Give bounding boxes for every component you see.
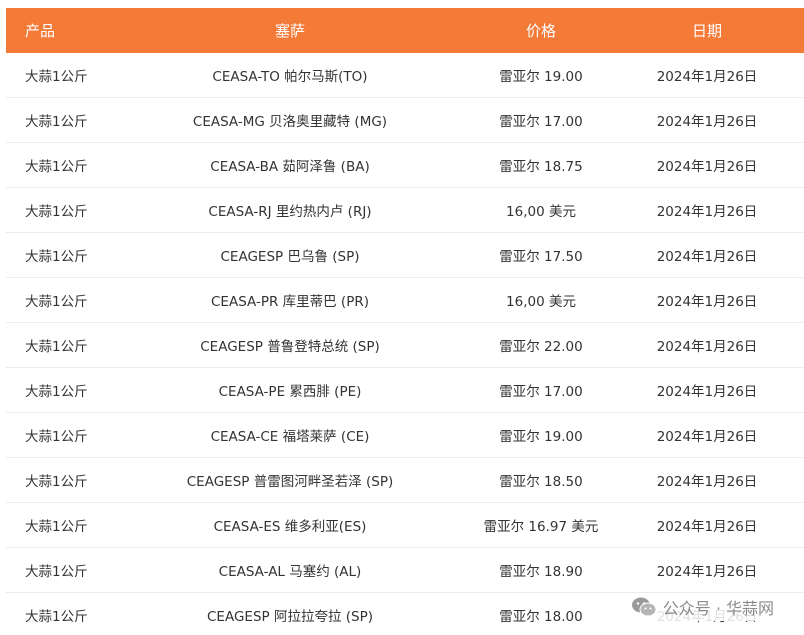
- cell-price: 雷亚尔 17.00: [472, 97, 610, 143]
- cell-price: 雷亚尔 19.00: [472, 53, 610, 98]
- header-row: 产品 塞萨 价格 日期: [6, 8, 804, 53]
- cell-price: 雷亚尔 18.00: [472, 592, 610, 635]
- table-row: 大蒜1公斤 CEAGESP 普鲁登特总统 (SP) 雷亚尔 22.00 2024年1月…: [6, 322, 804, 368]
- table-row: 大蒜1公斤 CEASA-AL 马塞约 (AL) 雷亚尔 18.90 2024年1月26…: [6, 547, 804, 593]
- cell-ceasa: CEASA-AL 马塞约 (AL): [108, 547, 472, 593]
- table-row: 大蒜1公斤 CEASA-RJ 里约热内卢 (RJ) 16,00 美元 2024年1月2…: [6, 187, 804, 233]
- page: 产品 塞萨 价格 日期 大蒜1公斤 CEASA-TO 帕尔马斯(TO) 雷亚尔 19…: [0, 0, 804, 635]
- cell-ceasa: CEAGESP 普雷图河畔圣若泽 (SP): [108, 457, 472, 503]
- header-date: 日期: [610, 8, 804, 53]
- cell-price: 雷亚尔 19.00: [472, 412, 610, 458]
- cell-ceasa: CEAGESP 普鲁登特总统 (SP): [108, 322, 472, 368]
- cell-ceasa: CEASA-PE 累西腓 (PE): [108, 367, 472, 413]
- header-price: 价格: [472, 8, 610, 53]
- cell-price: 雷亚尔 17.00: [472, 367, 610, 413]
- cell-date: 2024年1月26日: [610, 547, 804, 593]
- cell-price: 16,00 美元: [472, 187, 610, 233]
- cell-ceasa: CEASA-BA 茹阿泽鲁 (BA): [108, 142, 472, 188]
- cell-date: 2024年1月26日: [610, 412, 804, 458]
- cell-price: 雷亚尔 18.90: [472, 547, 610, 593]
- cell-product: 大蒜1公斤: [6, 142, 108, 188]
- cell-ceasa: CEAGESP 巴乌鲁 (SP): [108, 232, 472, 278]
- cell-product: 大蒜1公斤: [6, 592, 108, 635]
- cell-ceasa: CEASA-ES 维多利亚(ES): [108, 502, 472, 548]
- cell-product: 大蒜1公斤: [6, 457, 108, 503]
- cell-date: 2024年1月26日: [610, 502, 804, 548]
- header-ceasa: 塞萨: [108, 8, 472, 53]
- table-row: 大蒜1公斤 CEASA-TO 帕尔马斯(TO) 雷亚尔 19.00 2024年1月26…: [6, 53, 804, 98]
- table-row: 大蒜1公斤 CEASA-PE 累西腓 (PE) 雷亚尔 17.00 2024年1月26…: [6, 367, 804, 413]
- cell-product: 大蒜1公斤: [6, 277, 108, 323]
- table-row: 大蒜1公斤 CEAGESP 巴乌鲁 (SP) 雷亚尔 17.50 2024年1月26日: [6, 232, 804, 278]
- header-product: 产品: [6, 8, 108, 53]
- cell-product: 大蒜1公斤: [6, 232, 108, 278]
- table-header: 产品 塞萨 价格 日期: [6, 8, 804, 53]
- cell-product: 大蒜1公斤: [6, 412, 108, 458]
- cell-ceasa: CEAGESP 阿拉拉夸拉 (SP): [108, 592, 472, 635]
- cell-price: 雷亚尔 18.75: [472, 142, 610, 188]
- cell-price: 雷亚尔 16.97 美元: [472, 502, 610, 548]
- wechat-icon: [631, 597, 657, 617]
- cell-date: 2024年1月26日: [610, 97, 804, 143]
- table-row: 大蒜1公斤 CEASA-CE 福塔莱萨 (CE) 雷亚尔 19.00 2024年1月2…: [6, 412, 804, 458]
- cell-date: 2024年1月26日: [610, 187, 804, 233]
- cell-ceasa: CEASA-RJ 里约热内卢 (RJ): [108, 187, 472, 233]
- table-row: 大蒜1公斤 CEASA-ES 维多利亚(ES) 雷亚尔 16.97 美元 2024年1…: [6, 502, 804, 548]
- cell-product: 大蒜1公斤: [6, 547, 108, 593]
- table-row: 大蒜1公斤 CEASA-PR 库里蒂巴 (PR) 16,00 美元 2024年1月26…: [6, 277, 804, 323]
- cell-price: 雷亚尔 18.50: [472, 457, 610, 503]
- cell-date: 2024年1月26日: [610, 457, 804, 503]
- cell-product: 大蒜1公斤: [6, 187, 108, 233]
- cell-date: 2024年1月26日: [610, 232, 804, 278]
- cell-ceasa: CEASA-PR 库里蒂巴 (PR): [108, 277, 472, 323]
- table-row: 大蒜1公斤 CEASA-BA 茹阿泽鲁 (BA) 雷亚尔 18.75 2024年1月2…: [6, 142, 804, 188]
- cell-product: 大蒜1公斤: [6, 53, 108, 98]
- cell-ceasa: CEASA-CE 福塔莱萨 (CE): [108, 412, 472, 458]
- cell-product: 大蒜1公斤: [6, 502, 108, 548]
- cell-price: 雷亚尔 22.00: [472, 322, 610, 368]
- table-row: 大蒜1公斤 CEAGESP 普雷图河畔圣若泽 (SP) 雷亚尔 18.50 2024年…: [6, 457, 804, 503]
- cell-product: 大蒜1公斤: [6, 322, 108, 368]
- cell-date: 2024年1月26日: [610, 277, 804, 323]
- cell-date: 2024年1月26日: [610, 142, 804, 188]
- cell-price: 雷亚尔 17.50: [472, 232, 610, 278]
- cell-date: 2024年1月26日: [610, 53, 804, 98]
- cell-product: 大蒜1公斤: [6, 97, 108, 143]
- watermark-text: 公众号 · 华蒜网: [662, 599, 774, 618]
- watermark: 公众号 · 华蒜网: [626, 593, 778, 621]
- cell-date: 2024年1月26日: [610, 322, 804, 368]
- cell-price: 16,00 美元: [472, 277, 610, 323]
- cell-ceasa: CEASA-TO 帕尔马斯(TO): [108, 53, 472, 98]
- cell-ceasa: CEASA-MG 贝洛奥里藏特 (MG): [108, 97, 472, 143]
- price-table: 产品 塞萨 价格 日期 大蒜1公斤 CEASA-TO 帕尔马斯(TO) 雷亚尔 19…: [6, 8, 804, 635]
- table-body: 大蒜1公斤 CEASA-TO 帕尔马斯(TO) 雷亚尔 19.00 2024年1月26…: [6, 53, 804, 635]
- table-row: 大蒜1公斤 CEASA-MG 贝洛奥里藏特 (MG) 雷亚尔 17.00 2024年1…: [6, 97, 804, 143]
- cell-product: 大蒜1公斤: [6, 367, 108, 413]
- cell-date: 2024年1月26日: [610, 367, 804, 413]
